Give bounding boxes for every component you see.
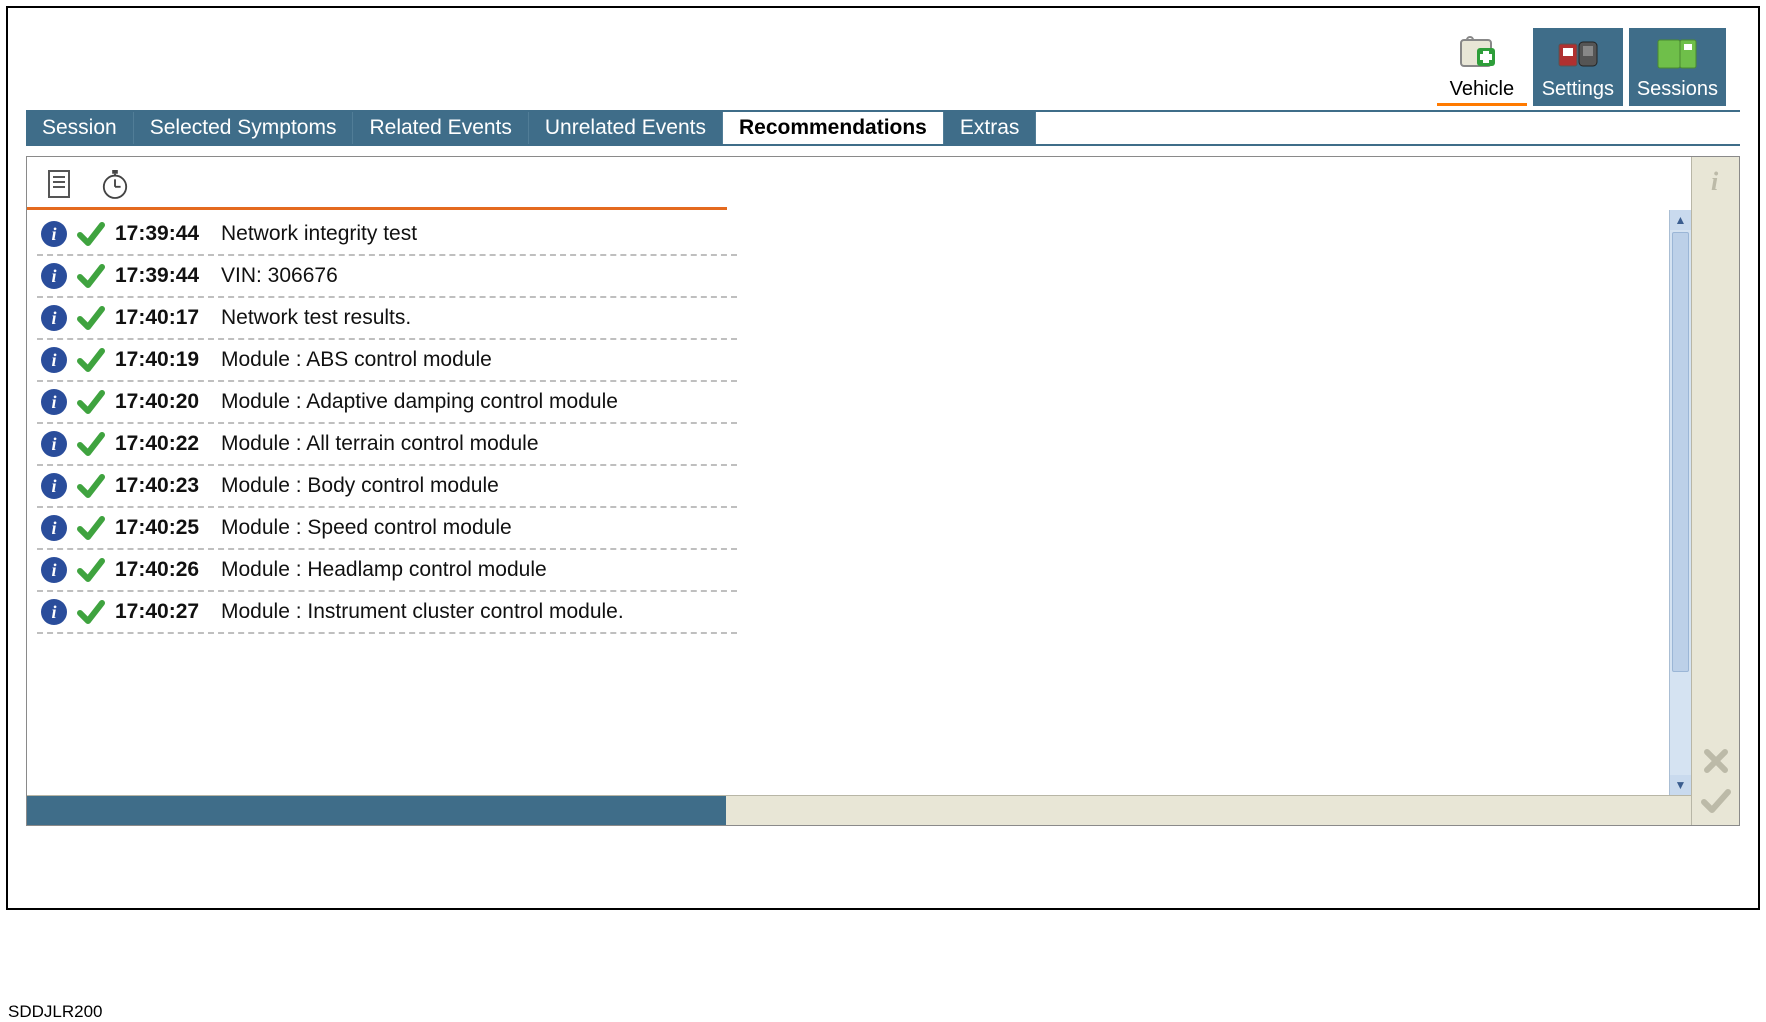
document-icon bbox=[45, 169, 73, 199]
log-row[interactable]: i 17:40:19 Module : ABS control module bbox=[37, 340, 737, 382]
sessions-icon bbox=[1654, 32, 1700, 76]
work-area: i 17:39:44 Network integrity test i 17:39:44… bbox=[26, 156, 1740, 826]
status-check-icon bbox=[77, 304, 105, 332]
module-tab-label: Sessions bbox=[1637, 78, 1718, 101]
tab-recommendations[interactable]: Recommendations bbox=[723, 112, 944, 144]
log-time: 17:39:44 bbox=[115, 264, 211, 288]
info-button[interactable]: i bbox=[1700, 165, 1732, 197]
status-check-icon bbox=[77, 262, 105, 290]
module-tab-label: Settings bbox=[1542, 78, 1614, 101]
reference-code: SDDJLR200 bbox=[8, 1002, 103, 1022]
status-check-icon bbox=[77, 388, 105, 416]
info-icon[interactable]: i bbox=[41, 557, 67, 583]
cancel-button[interactable] bbox=[1700, 745, 1732, 777]
log-description: VIN: 306676 bbox=[221, 264, 733, 288]
results-list: i 17:39:44 Network integrity test i 17:39:44… bbox=[27, 210, 1669, 795]
info-icon[interactable]: i bbox=[41, 515, 67, 541]
results-panel: i 17:39:44 Network integrity test i 17:39:44… bbox=[27, 157, 1691, 825]
log-row[interactable]: i 17:40:27 Module : Instrument cluster con… bbox=[37, 592, 737, 634]
log-description: Module : Adaptive damping control module bbox=[221, 390, 733, 414]
info-icon[interactable]: i bbox=[41, 221, 67, 247]
tab-session[interactable]: Session bbox=[26, 112, 134, 144]
status-check-icon bbox=[77, 514, 105, 542]
progress-fill bbox=[27, 796, 726, 825]
action-sidebar: i bbox=[1691, 157, 1739, 825]
log-description: Module : Body control module bbox=[221, 474, 733, 498]
log-description: Module : ABS control module bbox=[221, 348, 733, 372]
log-row[interactable]: i 17:40:17 Network test results. bbox=[37, 298, 737, 340]
vertical-scrollbar[interactable]: ▲ ▼ bbox=[1669, 210, 1691, 795]
status-check-icon bbox=[77, 556, 105, 584]
log-row[interactable]: i 17:39:44 VIN: 306676 bbox=[37, 256, 737, 298]
log-description: Module : Speed control module bbox=[221, 516, 733, 540]
log-description: Network test results. bbox=[221, 306, 733, 330]
module-tab-strip: Vehicle Settings Sessions bbox=[26, 28, 1740, 106]
status-check-icon bbox=[77, 220, 105, 248]
log-time: 17:40:22 bbox=[115, 432, 211, 456]
log-time: 17:40:25 bbox=[115, 516, 211, 540]
settings-device-icon bbox=[1555, 32, 1601, 76]
log-row[interactable]: i 17:40:20 Module : Adaptive damping contr… bbox=[37, 382, 737, 424]
log-description: Network integrity test bbox=[221, 222, 733, 246]
scroll-down-arrow-icon[interactable]: ▼ bbox=[1670, 775, 1691, 795]
info-icon[interactable]: i bbox=[41, 347, 67, 373]
status-check-icon bbox=[77, 472, 105, 500]
tab-related-events[interactable]: Related Events bbox=[353, 112, 528, 144]
status-check-icon bbox=[77, 346, 105, 374]
tab-selected-symptoms[interactable]: Selected Symptoms bbox=[134, 112, 354, 144]
info-icon[interactable]: i bbox=[41, 263, 67, 289]
log-description: Module : All terrain control module bbox=[221, 432, 733, 456]
status-check-icon bbox=[77, 430, 105, 458]
module-tab-settings[interactable]: Settings bbox=[1533, 28, 1623, 106]
log-time: 17:40:20 bbox=[115, 390, 211, 414]
log-row[interactable]: i 17:40:23 Module : Body control module bbox=[37, 466, 737, 508]
log-time: 17:40:27 bbox=[115, 600, 211, 624]
log-time: 17:40:19 bbox=[115, 348, 211, 372]
module-tab-sessions[interactable]: Sessions bbox=[1629, 28, 1726, 106]
app-frame: Vehicle Settings Sessions bbox=[6, 6, 1760, 910]
log-time: 17:39:44 bbox=[115, 222, 211, 246]
main-tab-bar: Session Selected Symptoms Related Events… bbox=[26, 110, 1740, 146]
info-icon[interactable]: i bbox=[41, 389, 67, 415]
tab-unrelated-events[interactable]: Unrelated Events bbox=[529, 112, 723, 144]
info-icon[interactable]: i bbox=[41, 599, 67, 625]
confirm-button[interactable] bbox=[1700, 785, 1732, 817]
results-header bbox=[27, 157, 727, 210]
stopwatch-icon bbox=[101, 167, 129, 201]
status-check-icon bbox=[77, 598, 105, 626]
module-tab-label: Vehicle bbox=[1450, 78, 1515, 101]
log-row[interactable]: i 17:40:26 Module : Headlamp control modul… bbox=[37, 550, 737, 592]
info-icon[interactable]: i bbox=[41, 473, 67, 499]
svg-text:i: i bbox=[1711, 168, 1719, 194]
log-time: 17:40:17 bbox=[115, 306, 211, 330]
vehicle-diagnostic-icon bbox=[1459, 32, 1505, 76]
log-time: 17:40:23 bbox=[115, 474, 211, 498]
tab-bar-spacer bbox=[1036, 112, 1740, 144]
log-row[interactable]: i 17:40:25 Module : Speed control module bbox=[37, 508, 737, 550]
log-description: Module : Headlamp control module bbox=[221, 558, 733, 582]
scroll-up-arrow-icon[interactable]: ▲ bbox=[1670, 210, 1691, 230]
module-tab-vehicle[interactable]: Vehicle bbox=[1437, 28, 1527, 106]
log-row[interactable]: i 17:40:22 Module : All terrain control mo… bbox=[37, 424, 737, 466]
log-description: Module : Instrument cluster control modu… bbox=[221, 600, 733, 624]
info-icon[interactable]: i bbox=[41, 431, 67, 457]
progress-bar bbox=[27, 795, 1691, 825]
log-time: 17:40:26 bbox=[115, 558, 211, 582]
info-icon[interactable]: i bbox=[41, 305, 67, 331]
log-row[interactable]: i 17:39:44 Network integrity test bbox=[37, 214, 737, 256]
tab-extras[interactable]: Extras bbox=[944, 112, 1037, 144]
scroll-thumb[interactable] bbox=[1672, 232, 1689, 672]
results-list-wrap: i 17:39:44 Network integrity test i 17:39:44… bbox=[27, 210, 1691, 795]
